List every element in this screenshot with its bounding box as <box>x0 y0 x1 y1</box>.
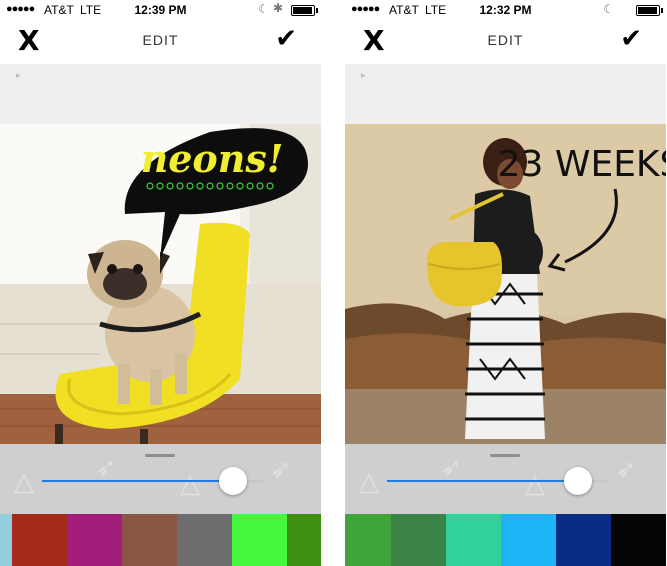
color-swatch[interactable] <box>122 514 177 566</box>
color-swatch[interactable] <box>12 514 67 566</box>
opacity-slider-fill <box>387 480 578 482</box>
drawer-handle[interactable] <box>490 454 520 457</box>
bubble-text: neons! <box>141 136 284 181</box>
color-swatch[interactable] <box>446 514 501 566</box>
canvas-top-area: ▸ <box>345 64 666 124</box>
color-swatch[interactable] <box>177 514 232 566</box>
color-swatch-row <box>0 514 321 566</box>
photo-canvas[interactable]: 23 WEEKS <box>345 124 666 444</box>
color-swatch[interactable] <box>0 514 12 566</box>
battery-icon <box>291 5 318 16</box>
sticker-handle-icon: ▸ <box>16 70 21 80</box>
pregnancy-photo: 23 WEEKS <box>345 124 666 444</box>
color-swatch[interactable] <box>232 514 287 566</box>
left-phone-screen: ●●●●● AT&T LTE 12:39 PM ☾ ✱ X EDIT ✔ ▸ n… <box>0 0 321 566</box>
color-swatch-row <box>345 514 666 566</box>
triangle-pattern-icon: △ <box>180 468 200 498</box>
color-swatch[interactable] <box>501 514 556 566</box>
status-bar: ●●●●● AT&T LTE 12:32 PM ☾ <box>345 0 666 20</box>
opacity-slider-thumb[interactable] <box>563 467 592 495</box>
color-swatch[interactable] <box>345 514 391 566</box>
nav-bar: X EDIT ✔ <box>345 20 666 64</box>
photo-canvas[interactable]: neons! <box>0 124 321 444</box>
do-not-disturb-icon: ☾ <box>258 2 269 16</box>
sticker-handle-icon: ▸ <box>361 70 366 80</box>
confirm-button[interactable]: ✔ <box>620 24 642 54</box>
nav-title: EDIT <box>142 32 179 48</box>
edit-toolbar: △ ➶ △ ➶ <box>0 444 321 514</box>
opacity-slider-thumb[interactable] <box>218 467 247 495</box>
right-phone-screen: ●●●●● AT&T LTE 12:32 PM ☾ X EDIT ✔ ▸ 23 … <box>345 0 666 566</box>
confirm-button[interactable]: ✔ <box>275 24 297 54</box>
color-swatch[interactable] <box>67 514 122 566</box>
arrow-pattern-icon: ➶ <box>615 454 637 484</box>
pug-photo: neons! <box>0 124 321 444</box>
drawer-handle[interactable] <box>145 454 175 457</box>
battery-icon <box>636 5 663 16</box>
nav-title: EDIT <box>487 32 524 48</box>
triangle-pattern-icon: △ <box>525 468 545 498</box>
status-time: 12:32 PM <box>479 3 532 17</box>
triangle-pattern-icon: △ <box>359 466 379 496</box>
opacity-slider-fill <box>42 480 233 482</box>
color-swatch[interactable] <box>391 514 446 566</box>
arrow-pattern-icon: ➶ <box>270 454 292 484</box>
canvas-top-area: ▸ <box>0 64 321 124</box>
color-swatch[interactable] <box>611 514 666 566</box>
status-bar: ●●●●● AT&T LTE 12:39 PM ☾ ✱ <box>0 0 321 20</box>
color-swatch[interactable] <box>556 514 611 566</box>
triangle-pattern-icon: △ <box>14 466 34 496</box>
do-not-disturb-icon: ☾ <box>603 2 614 16</box>
edit-toolbar: △ ➶ △ ➶ <box>345 444 666 514</box>
bluetooth-icon: ✱ <box>272 1 283 15</box>
handwritten-caption: 23 WEEKS <box>498 144 666 185</box>
color-swatch[interactable] <box>287 514 321 566</box>
nav-bar: X EDIT ✔ <box>0 20 321 64</box>
arrow-pattern-icon: ➶ <box>95 452 117 482</box>
arrow-pattern-icon: ➶ <box>440 452 462 482</box>
